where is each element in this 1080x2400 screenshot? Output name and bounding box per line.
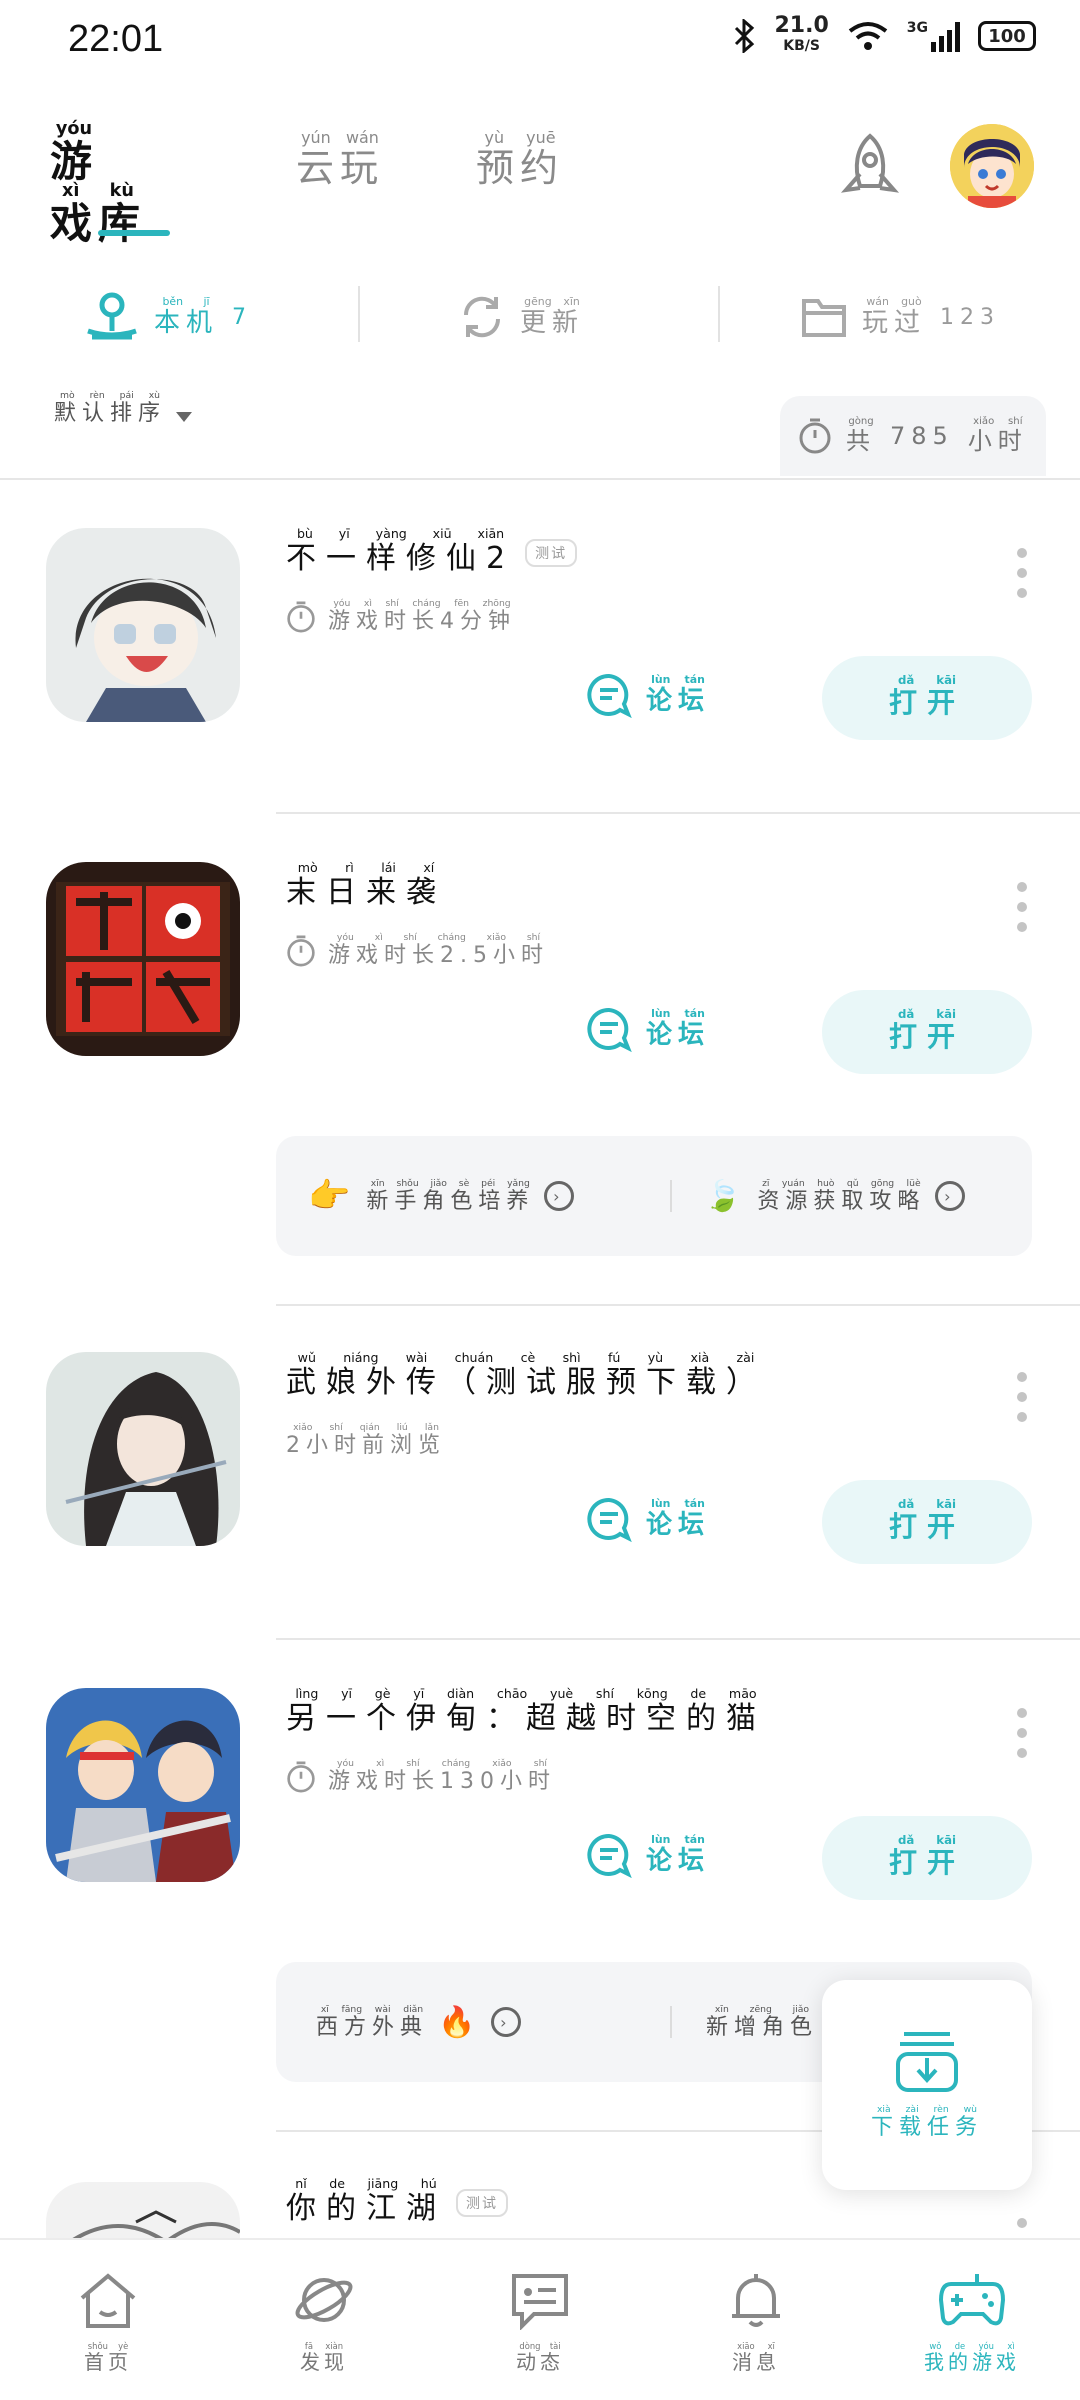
more-options-icon[interactable] bbox=[1012, 1708, 1032, 1758]
user-avatar[interactable] bbox=[950, 124, 1034, 208]
leaf-icon: 🍃 bbox=[704, 1178, 748, 1214]
subtab-local-count: 7 bbox=[232, 304, 253, 330]
game-icon[interactable] bbox=[46, 528, 240, 722]
joystick-icon bbox=[87, 292, 137, 340]
game-title: 另一个伊甸：超越时空的猫lìng yī gè yī diàn chāo yuè … bbox=[286, 1686, 766, 1736]
guide-link-western[interactable]: 西方外典xī fāng wài diǎn 🔥 › bbox=[316, 1962, 656, 2082]
nav-discover[interactable]: 发现fā xiàn bbox=[216, 2240, 432, 2400]
net-speed: 21.0 KB/S bbox=[774, 13, 829, 55]
subtab-update[interactable]: 更新gēng xīn bbox=[458, 272, 584, 362]
sort-dropdown[interactable]: 默认排序mò rèn pái xù bbox=[54, 390, 193, 427]
game-icon[interactable] bbox=[46, 862, 240, 1056]
nav-messages[interactable]: 消息xiāo xī bbox=[648, 2240, 864, 2400]
divider bbox=[358, 286, 360, 342]
timer-icon bbox=[799, 418, 831, 454]
subtab-local[interactable]: 本机běn jī 7 bbox=[84, 272, 252, 362]
folder-icon bbox=[802, 299, 846, 337]
forum-icon bbox=[587, 1497, 632, 1542]
game-title: 武娘外传（测试服预下载）wǔ niáng wài chuán cè shì fú… bbox=[286, 1350, 766, 1400]
game-title: 末日来袭mò rì lái xí bbox=[286, 860, 446, 910]
game-title: 不一样修仙2bù yī yàng xiū xiān 测试 bbox=[286, 526, 578, 577]
guide-link-new-character[interactable]: 新增角色xīn zēng jiǎo bbox=[706, 1962, 836, 2082]
guide-link-resources[interactable]: 🍃 资源获取攻略zī yuán huò qǔ gōng lüè › bbox=[704, 1136, 1020, 1256]
nav-feed[interactable]: 动态dòng tài bbox=[432, 2240, 648, 2400]
chevron-right-icon: › bbox=[491, 2007, 522, 2037]
test-badge: 测试 bbox=[525, 538, 578, 567]
test-badge: 测试 bbox=[456, 2188, 508, 2217]
battery-icon: 100 bbox=[978, 21, 1036, 51]
status-bar: 22:01 21.0 KB/S 3G 100 bbox=[0, 0, 1080, 84]
guide-links: 👉 新手角色培养xīn shǒu jiǎo sè péi yǎng › 🍃 资源… bbox=[276, 1136, 1032, 1256]
more-options-icon[interactable] bbox=[1012, 548, 1032, 598]
forum-icon bbox=[587, 673, 632, 718]
cell-signal-icon: 3G bbox=[907, 20, 960, 52]
download-tasks-button[interactable]: 下载任务xià zài rèn wù bbox=[822, 1980, 1032, 2190]
nav-home[interactable]: 首页shǒu yè bbox=[0, 2240, 216, 2400]
caret-down-icon bbox=[176, 411, 193, 422]
timer-icon bbox=[287, 1761, 315, 1792]
chat-card-icon bbox=[512, 2274, 568, 2330]
forum-button[interactable]: 论坛lùn tán bbox=[586, 1006, 710, 1052]
chevron-right-icon: › bbox=[935, 1181, 966, 1211]
rocket-icon[interactable] bbox=[830, 130, 910, 210]
gamepad-icon bbox=[938, 2274, 1006, 2326]
refresh-icon bbox=[463, 296, 501, 338]
more-options-icon[interactable] bbox=[1012, 1372, 1032, 1422]
bottom-nav: 首页shǒu yè 发现fā xiàn 动态dòng tài 消息xiāo xī… bbox=[0, 2238, 1080, 2400]
divider bbox=[670, 1180, 672, 1212]
divider bbox=[718, 286, 720, 342]
nav-my-games[interactable]: 我的游戏wǒ de yóu xì bbox=[864, 2240, 1080, 2400]
bluetooth-icon bbox=[735, 19, 755, 53]
open-button[interactable]: 打开dǎ kāi bbox=[822, 1816, 1032, 1900]
clock: 22:01 bbox=[68, 18, 164, 60]
active-tab-indicator bbox=[98, 230, 170, 236]
game-icon[interactable] bbox=[46, 1352, 240, 1546]
open-button[interactable]: 打开dǎ kāi bbox=[822, 656, 1032, 740]
more-options-icon[interactable] bbox=[1012, 2218, 1032, 2238]
timer-icon bbox=[287, 601, 315, 632]
subtab-played[interactable]: 玩过wán guò 123 bbox=[800, 272, 1000, 362]
forum-icon bbox=[587, 1833, 632, 1878]
home-icon bbox=[80, 2273, 136, 2328]
more-options-icon[interactable] bbox=[1012, 882, 1032, 932]
open-button[interactable]: 打开dǎ kāi bbox=[822, 1480, 1032, 1564]
pointing-hand-icon: 👉 bbox=[308, 1176, 357, 1216]
status-icons: 21.0 KB/S 3G 100 bbox=[732, 13, 1036, 56]
tab-reservation[interactable]: 预约yù yuē bbox=[476, 128, 564, 192]
game-icon[interactable] bbox=[46, 2182, 240, 2238]
planet-icon bbox=[295, 2278, 353, 2322]
game-title: 你的江湖nǐ de jiāng hú 测试 bbox=[286, 2178, 508, 2227]
total-playtime: 共gòng 785 小时xiǎo shí bbox=[780, 396, 1046, 476]
divider bbox=[670, 2006, 672, 2038]
open-button[interactable]: 打开dǎ kāi bbox=[822, 990, 1032, 1074]
tab-cloud-play[interactable]: 云玩yún wán bbox=[296, 128, 384, 192]
chevron-right-icon: › bbox=[544, 1181, 575, 1211]
sub-tabs: 本机běn jī 7 更新gēng xīn 玩过wán guò 123 bbox=[0, 272, 1080, 362]
game-last-viewed: 2小时前浏览xiǎo shí qián liú lǎn bbox=[286, 1422, 446, 1458]
timer-icon bbox=[287, 935, 315, 966]
fire-icon: 🔥 bbox=[438, 2004, 482, 2040]
bell-icon bbox=[732, 2274, 780, 2327]
divider bbox=[0, 478, 1080, 480]
total-hours-value: 785 bbox=[890, 422, 954, 450]
divider bbox=[276, 1304, 1080, 1306]
guide-link-beginner[interactable]: 👉 新手角色培养xīn shǒu jiǎo sè péi yǎng › bbox=[308, 1136, 648, 1256]
download-tray-icon bbox=[896, 2031, 958, 2092]
game-playtime: 游戏时长4分钟yóu xì shí cháng fēn zhōng bbox=[286, 598, 516, 635]
divider bbox=[276, 1638, 1080, 1640]
forum-button[interactable]: 论坛lùn tán bbox=[586, 1496, 710, 1542]
forum-button[interactable]: 论坛lùn tán bbox=[586, 1832, 710, 1878]
subtab-played-count: 123 bbox=[940, 304, 1001, 330]
forum-button[interactable]: 论坛lùn tán bbox=[586, 672, 710, 718]
game-playtime: 游戏时长2.5小时yóu xì shí cháng xiǎo shí bbox=[286, 932, 549, 969]
wifi-icon bbox=[848, 22, 887, 50]
game-playtime: 游戏时长130小时yóu xì shí cháng xiǎo shí bbox=[286, 1758, 556, 1795]
game-icon[interactable] bbox=[46, 1688, 240, 1882]
divider bbox=[276, 812, 1080, 814]
forum-icon bbox=[587, 1007, 632, 1052]
